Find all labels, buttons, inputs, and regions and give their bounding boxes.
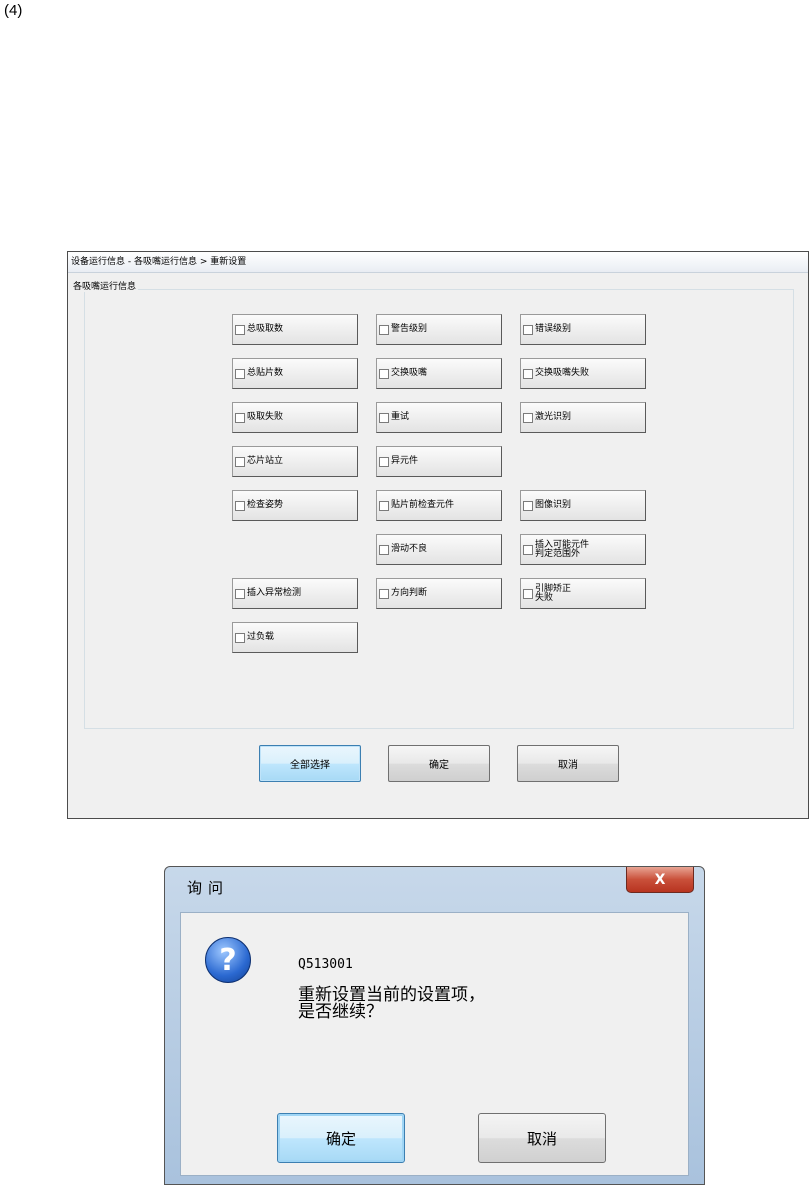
checkbox-box[interactable] bbox=[523, 500, 533, 511]
nozzle-info-group: 各吸嘴运行信息 总吸取数 警告级别 错误级别 总贴片数 交换吸嘴 交换吸嘴失败 bbox=[71, 279, 794, 729]
checkbox-nozzle-change[interactable]: 交换吸嘴 bbox=[376, 358, 502, 389]
checkbox-label: 滑动不良 bbox=[391, 544, 428, 554]
dialog-cancel-button[interactable]: 取消 bbox=[478, 1113, 606, 1163]
reset-settings-window: 设备运行信息 - 各吸嘴运行信息 > 重新设置 各吸嘴运行信息 总吸取数 警告级… bbox=[67, 251, 809, 819]
checkbox-slide-failure[interactable]: 滑动不良 bbox=[376, 534, 502, 565]
checkbox-wrong-component[interactable]: 异元件 bbox=[376, 446, 502, 477]
checkbox-pickup-fail[interactable]: 吸取失败 bbox=[232, 402, 358, 433]
ok-button[interactable]: 确定 bbox=[388, 745, 490, 782]
checkbox-label: 交换吸嘴 bbox=[391, 368, 428, 378]
checkbox-image-recognition[interactable]: 图像识别 bbox=[520, 490, 646, 521]
close-button[interactable]: X bbox=[626, 867, 694, 893]
checkbox-box[interactable] bbox=[379, 412, 389, 423]
checkbox-direction-judgement[interactable]: 方向判断 bbox=[376, 578, 502, 609]
checkbox-laser-recognition[interactable]: 激光识别 bbox=[520, 402, 646, 433]
message-code: Q513001 bbox=[298, 957, 353, 972]
checkbox-box[interactable] bbox=[235, 632, 245, 643]
checkbox-label: 警告级别 bbox=[391, 324, 428, 334]
checkbox-label: 引脚矫正 失败 bbox=[535, 583, 572, 603]
checkbox-label: 吸取失败 bbox=[247, 412, 284, 422]
checkbox-label: 插入可能元件 判定范围外 bbox=[535, 539, 590, 559]
dialog-body: ? Q513001 重新设置当前的设置项， 是否继续？ 确定 取消 bbox=[180, 912, 689, 1176]
close-icon: X bbox=[654, 871, 666, 888]
checkbox-box[interactable] bbox=[235, 368, 245, 379]
checkbox-box[interactable] bbox=[235, 412, 245, 423]
confirm-dialog: 询问 X ? Q513001 重新设置当前的设置项， 是否继续？ 确定 取消 bbox=[164, 866, 705, 1185]
cancel-button[interactable]: 取消 bbox=[517, 745, 619, 782]
checkbox-total-placement[interactable]: 总贴片数 bbox=[232, 358, 358, 389]
checkbox-overload[interactable]: 过负载 bbox=[232, 622, 358, 653]
checkbox-posture-check[interactable]: 检查姿势 bbox=[232, 490, 358, 521]
checkbox-label: 总吸取数 bbox=[247, 324, 284, 334]
checkbox-insertable-out-of-range[interactable]: 插入可能元件 判定范围外 bbox=[520, 534, 646, 565]
checkbox-box[interactable] bbox=[235, 500, 245, 511]
checkbox-label: 异元件 bbox=[391, 456, 419, 466]
checkbox-box[interactable] bbox=[523, 588, 533, 599]
checkbox-label: 芯片站立 bbox=[247, 456, 284, 466]
checkbox-label: 重试 bbox=[391, 412, 410, 422]
question-icon: ? bbox=[205, 937, 251, 983]
checkbox-box[interactable] bbox=[379, 588, 389, 599]
checkbox-label: 贴片前检查元件 bbox=[391, 500, 455, 510]
checkbox-box[interactable] bbox=[379, 500, 389, 511]
checkbox-total-pickup[interactable]: 总吸取数 bbox=[232, 314, 358, 345]
window-title: 设备运行信息 - 各吸嘴运行信息 > 重新设置 bbox=[68, 252, 808, 273]
checkbox-box[interactable] bbox=[379, 324, 389, 335]
checkbox-label: 方向判断 bbox=[391, 588, 428, 598]
checkbox-box[interactable] bbox=[379, 456, 389, 467]
checkbox-box[interactable] bbox=[523, 412, 533, 423]
checkbox-box[interactable] bbox=[379, 368, 389, 379]
checkbox-box[interactable] bbox=[235, 324, 245, 335]
checkbox-box[interactable] bbox=[523, 368, 533, 379]
checkbox-label: 错误级别 bbox=[535, 324, 572, 334]
checkbox-warning-level[interactable]: 警告级别 bbox=[376, 314, 502, 345]
checkbox-retry[interactable]: 重试 bbox=[376, 402, 502, 433]
checkbox-error-level[interactable]: 错误级别 bbox=[520, 314, 646, 345]
checkbox-label: 图像识别 bbox=[535, 500, 572, 510]
checkbox-label: 插入异常检测 bbox=[247, 588, 302, 598]
checkbox-box[interactable] bbox=[523, 544, 533, 555]
checkbox-box[interactable] bbox=[235, 456, 245, 467]
page-label: (4) bbox=[4, 2, 23, 19]
group-label: 各吸嘴运行信息 bbox=[71, 279, 139, 292]
checkbox-label: 激光识别 bbox=[535, 412, 572, 422]
checkbox-label: 总贴片数 bbox=[247, 368, 284, 378]
checkbox-nozzle-change-fail[interactable]: 交换吸嘴失败 bbox=[520, 358, 646, 389]
checkbox-label: 过负载 bbox=[247, 632, 275, 642]
select-all-button[interactable]: 全部选择 bbox=[259, 745, 361, 782]
message-text: 重新设置当前的设置项， 是否继续？ bbox=[298, 985, 485, 1022]
checkbox-chip-standing[interactable]: 芯片站立 bbox=[232, 446, 358, 477]
checkbox-lead-correction-fail[interactable]: 引脚矫正 失败 bbox=[520, 578, 646, 609]
checkbox-box[interactable] bbox=[235, 588, 245, 599]
checkbox-insertion-anomaly[interactable]: 插入异常检测 bbox=[232, 578, 358, 609]
dialog-ok-button[interactable]: 确定 bbox=[277, 1113, 405, 1163]
checkbox-label: 检查姿势 bbox=[247, 500, 284, 510]
checkbox-box[interactable] bbox=[379, 544, 389, 555]
checkbox-label: 交换吸嘴失败 bbox=[535, 368, 590, 378]
checkbox-box[interactable] bbox=[523, 324, 533, 335]
dialog-title: 询问 bbox=[187, 879, 230, 897]
checkbox-pre-placement-check[interactable]: 贴片前检查元件 bbox=[376, 490, 502, 521]
